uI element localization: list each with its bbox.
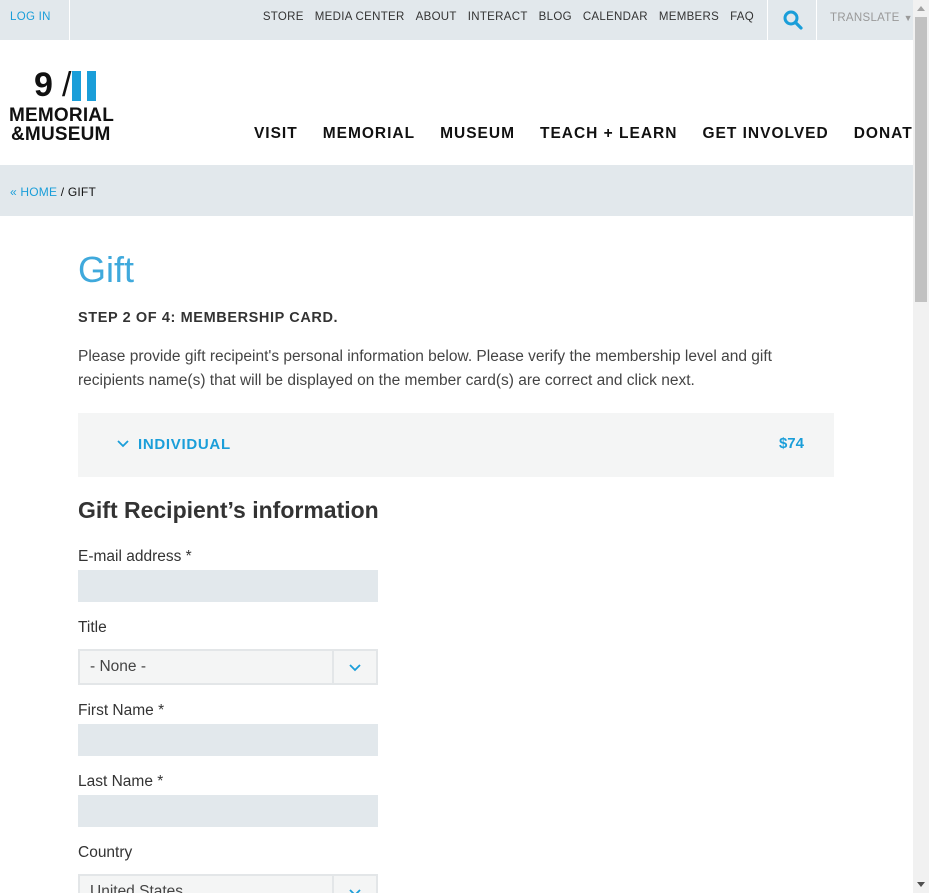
last-name-field[interactable] [78, 795, 378, 827]
nav-visit[interactable]: VISIT [254, 125, 298, 143]
breadcrumb-separator: / [60, 185, 65, 199]
title-select[interactable]: - None - [78, 649, 378, 685]
utility-links: STORE MEDIA CENTER ABOUT INTERACT BLOG C… [263, 11, 754, 23]
site-logo[interactable]: 9 / MEMORIAL &MUSEUM [9, 68, 129, 148]
translate-label[interactable]: TRANSLATE [830, 12, 900, 24]
country-select[interactable]: United States [78, 874, 378, 893]
utility-link-blog[interactable]: BLOG [539, 11, 572, 23]
utility-link-faq[interactable]: FAQ [730, 11, 754, 23]
logo-line-museum: &MUSEUM [11, 124, 111, 145]
breadcrumb-current: GIFT [67, 185, 96, 199]
login-link[interactable]: LOG IN [0, 0, 70, 40]
email-field[interactable] [78, 570, 378, 602]
utility-link-members[interactable]: MEMBERS [659, 11, 719, 23]
chevron-down-icon[interactable] [348, 662, 362, 674]
search-button[interactable] [767, 0, 817, 40]
caret-down-icon: ▼ [903, 13, 913, 23]
logo-line-memorial: MEMORIAL [9, 105, 115, 126]
breadcrumb-home-link[interactable]: « HOME [10, 185, 57, 199]
membership-level[interactable]: INDIVIDUAL [138, 436, 231, 453]
logo-nine: 9 [34, 66, 53, 104]
section-title: Gift Recipient’s information [78, 497, 379, 523]
main-nav: VISIT MEMORIAL MUSEUM TEACH + LEARN GET … [254, 125, 924, 143]
chevron-down-icon[interactable] [348, 887, 362, 893]
utility-link-media-center[interactable]: MEDIA CENTER [315, 11, 405, 23]
title-select-value[interactable]: - None - [90, 658, 146, 676]
page-title: Gift [78, 249, 135, 290]
translate-dropdown[interactable]: TRANSLATE ▼ [830, 12, 913, 24]
step-indicator: STEP 2 OF 4: MEMBERSHIP CARD. [78, 310, 339, 326]
membership-price: $74 [778, 435, 804, 452]
scroll-thumb[interactable] [915, 17, 927, 302]
scroll-up-arrow-icon[interactable] [913, 0, 929, 17]
utility-link-about[interactable]: ABOUT [416, 11, 457, 23]
logo-slash: / [62, 66, 72, 104]
country-select-value[interactable]: United States [90, 883, 183, 893]
nav-memorial[interactable]: MEMORIAL [323, 125, 415, 143]
nav-museum[interactable]: MUSEUM [440, 125, 515, 143]
utility-bar: LOG IN STORE MEDIA CENTER ABOUT INTERACT… [0, 0, 913, 40]
country-label: Country [78, 844, 133, 861]
first-name-label: First Name * [78, 702, 165, 719]
nav-teach-learn[interactable]: TEACH + LEARN [540, 125, 677, 143]
breadcrumb: « HOME / GIFT [0, 165, 913, 216]
chevron-down-icon[interactable] [116, 436, 130, 450]
email-label: E-mail address * [78, 548, 192, 565]
first-name-field[interactable] [78, 724, 378, 756]
intro-text: Please provide gift recipeint's personal… [78, 348, 772, 389]
utility-link-store[interactable]: STORE [263, 11, 304, 23]
logo-eleven-mark [72, 71, 98, 101]
login-label[interactable]: LOG IN [10, 11, 51, 23]
page-scrollbar[interactable] [913, 0, 929, 893]
search-icon[interactable] [783, 10, 803, 30]
scroll-down-arrow-icon[interactable] [913, 876, 929, 893]
membership-level-accordion[interactable]: INDIVIDUAL $74 [78, 413, 834, 477]
nav-get-involved[interactable]: GET INVOLVED [702, 125, 828, 143]
last-name-label: Last Name * [78, 773, 164, 790]
select-divider [332, 651, 334, 683]
utility-link-interact[interactable]: INTERACT [468, 11, 528, 23]
breadcrumb-trail: « HOME / GIFT [10, 185, 96, 199]
utility-link-calendar[interactable]: CALENDAR [583, 11, 648, 23]
select-divider [332, 876, 334, 893]
title-label: Title [78, 619, 107, 636]
